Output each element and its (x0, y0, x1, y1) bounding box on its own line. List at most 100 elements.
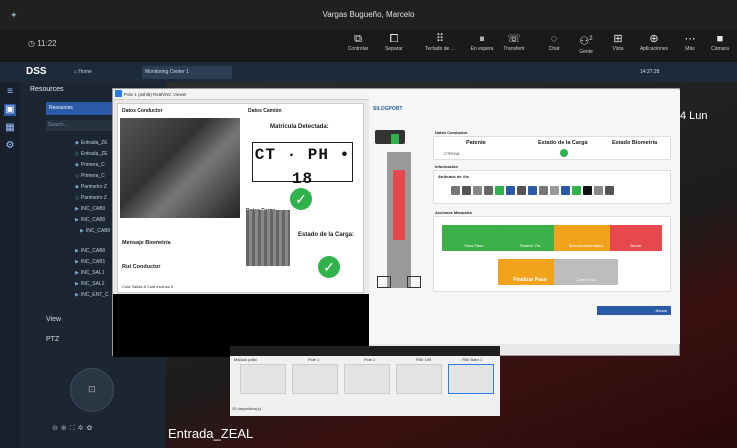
more-label: Más (685, 46, 695, 52)
ptz-joystick[interactable]: ⊡ (70, 368, 114, 412)
tree-item[interactable]: ◇ Parimetro Z (75, 195, 107, 201)
people-icon: ⚇2 (579, 35, 593, 48)
tree-item[interactable]: ▶ INC_SAL1 (75, 270, 104, 276)
tree-item[interactable]: ▶ INC_SAL2 (75, 281, 104, 287)
ptz-section[interactable]: PTZ (46, 336, 59, 343)
resources-search[interactable]: Search... (46, 120, 116, 131)
resources-tab[interactable]: Resources (46, 102, 116, 115)
monitor-icon[interactable]: ▣ (4, 104, 16, 116)
booth-right (407, 276, 421, 288)
ptz-zoom-controls[interactable]: ⊖⊕⛶✲✿ (52, 424, 95, 433)
camera-button[interactable]: ■ Cámara (703, 32, 737, 52)
people-label: Gente (579, 48, 593, 55)
dss-icon-rail: ≡ ▣ ▦ ⚙ (0, 82, 20, 448)
thumbnail[interactable] (292, 364, 338, 394)
attribute-icon (594, 186, 603, 195)
attribute-icon (583, 186, 592, 195)
keypad-label: Teclado de ... (425, 46, 455, 52)
call-timer: ◷ 11:22 (28, 39, 57, 48)
camera-icon: ▶ (75, 206, 79, 212)
camera-label: Entrada_ZEAL (168, 426, 254, 441)
thumbnail[interactable] (240, 364, 286, 394)
attribute-icon (451, 186, 460, 195)
patente-value: CTPH18 (444, 151, 460, 156)
truck-icon (375, 130, 405, 144)
rut-conductor: Rut Conductor (122, 264, 161, 270)
acciones-heading: Acciones Manuales (435, 210, 473, 215)
resources-title: Resources (30, 86, 64, 93)
silogport-app: SILOGPORT Datos Conductor Patente Estado… (369, 90, 680, 344)
vnc-title: Pole 1 (ashl6) RealVNC Viewer (124, 92, 187, 97)
reabrir-via-button[interactable]: Reabrir Vía (498, 225, 562, 251)
tree-item-label: INC_CAB1 (80, 259, 106, 265)
transfer-button[interactable]: ☏ Transferir (496, 32, 532, 52)
view-button[interactable]: ⊞ Vista (600, 32, 636, 52)
tree-item-label: INC_SAL1 (80, 270, 105, 276)
tree-item-label: Primera_C (80, 162, 105, 168)
hold-button[interactable]: ⏸ En espera (464, 32, 500, 52)
call-user-name: Vargas Bugueño, Marcelo (322, 10, 415, 19)
remote-taskbar (230, 346, 500, 356)
camera-icon: ◇ (75, 195, 79, 201)
container-image (246, 210, 290, 266)
attribute-icon (550, 186, 559, 195)
people-button[interactable]: ⚇2 Gente (568, 32, 604, 55)
tree-item-label: INC_CAB0 (80, 248, 106, 254)
attribute-icon (528, 186, 537, 195)
detach-button[interactable]: ⧠ Separar (376, 32, 412, 52)
teams-title-bar: ✦ Vargas Bugueño, Marcelo (0, 0, 737, 30)
camera-icon: ▶ (75, 259, 79, 265)
attribute-icon (484, 186, 493, 195)
camera-icon: ■ (716, 33, 724, 45)
transfer-icon: ☏ (507, 33, 521, 45)
finalizar-paso-button[interactable]: Finalizar Paso (498, 259, 562, 285)
tree-item[interactable]: ◆ Primera_C (75, 162, 105, 168)
vnc-viewer-window[interactable]: Pole 1 (ashl6) RealVNC Viewer Datos Cond… (112, 88, 680, 357)
pass-paso-button[interactable]: Pass Paso (442, 225, 506, 251)
thumb-label: Módulo patio (234, 357, 257, 362)
atributos-heading: Atributos de Vía (438, 174, 469, 179)
tree-item[interactable]: ◇ Entrada_ZE (75, 151, 108, 157)
mensaje-biometria: Mensaje Biometría (122, 240, 171, 246)
tree-item[interactable]: ▶ INC_ENT_C (75, 292, 109, 298)
anular-button[interactable]: Anular (597, 306, 671, 315)
tree-item-label: INC_ENT_C (80, 292, 109, 298)
tree-item[interactable]: ◆ Entrada_ZE (75, 140, 108, 146)
attribute-icon (561, 186, 570, 195)
apps-button[interactable]: ⊕ Aplicaciones (632, 32, 676, 52)
tree-item[interactable]: ▶ INC_CAB0 (75, 248, 105, 254)
menu-icon[interactable]: ≡ (4, 86, 16, 98)
home-tab[interactable]: ⌂ Home (74, 69, 92, 75)
view-section[interactable]: View (46, 316, 61, 323)
tree-item[interactable]: ◆ Parimetro Z (75, 184, 107, 190)
ptz-center-icon: ⊡ (88, 384, 96, 394)
thumb-label: PAV Bahr 1 (462, 357, 483, 362)
monitoring-tab[interactable]: Monitoring Center 1 (142, 66, 232, 79)
camera-icon: ◆ (75, 184, 79, 190)
lane-attributes-card: Atributos de Vía (433, 170, 671, 204)
barrera-automatica-button[interactable]: Barrera Automática (554, 225, 618, 251)
tree-item[interactable]: ▶ INC_CAB0 (75, 217, 105, 223)
dss-top-bar: DSS ⌂ Home Monitoring Center 1 14:27:28 (0, 62, 737, 82)
tree-item[interactable]: ▶ INC_CAB0 (75, 206, 105, 212)
cerrar-via-button[interactable]: Cerrar Vía (554, 259, 618, 285)
check-icon: ✓ (290, 188, 312, 210)
down-arrow-icon (391, 134, 399, 144)
tree-item[interactable]: ▶ INC_CAB0 (80, 228, 110, 234)
keypad-button[interactable]: ⠿ Teclado de ... (418, 32, 462, 52)
tree-item[interactable]: ▶ INC_CAB1 (75, 259, 105, 265)
camera-icon: ▶ (80, 228, 84, 234)
tree-item[interactable]: ◇ Primera_C (75, 173, 105, 179)
thumbnail[interactable] (448, 364, 494, 394)
borrar-button[interactable]: Borrar (610, 225, 662, 251)
camera-icon: ▶ (75, 248, 79, 254)
chat-button[interactable]: ◌ Chat (536, 32, 572, 52)
settings-icon[interactable]: ⚙ (4, 140, 16, 152)
thumbnail[interactable] (344, 364, 390, 394)
control-button[interactable]: ⧉ Controlar (340, 32, 376, 52)
thumbnail[interactable] (396, 364, 442, 394)
grid-view-icon[interactable]: ▦ (4, 122, 16, 134)
cola-info: Cola Salida 8 Cola esclusa 5 (122, 284, 174, 289)
attribute-icon (462, 186, 471, 195)
attribute-icon (572, 186, 581, 195)
